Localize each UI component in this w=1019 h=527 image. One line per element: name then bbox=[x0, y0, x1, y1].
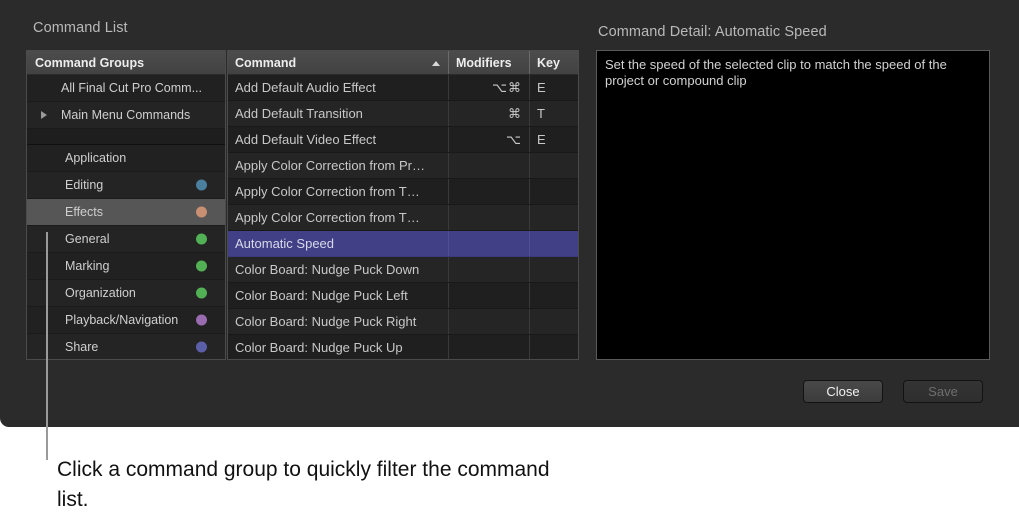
command-row[interactable]: Color Board: Nudge Puck Up bbox=[228, 335, 578, 360]
command-cell: Apply Color Correction from Pr… bbox=[228, 153, 448, 178]
command-group-label: Application bbox=[65, 151, 126, 165]
command-group-row[interactable]: Marking bbox=[27, 253, 225, 280]
modifiers-cell bbox=[448, 283, 529, 308]
command-cell: Apply Color Correction from T… bbox=[228, 205, 448, 230]
key-cell bbox=[529, 257, 578, 282]
command-group-label: Marking bbox=[65, 259, 109, 273]
command-group-row[interactable]: General bbox=[27, 226, 225, 253]
command-group-row[interactable]: Effects bbox=[27, 199, 225, 226]
modifiers-cell: ⌘ bbox=[448, 101, 529, 126]
column-header-modifiers[interactable]: Modifiers bbox=[448, 51, 529, 74]
group-color-dot bbox=[196, 261, 207, 272]
sort-ascending-icon bbox=[432, 61, 440, 66]
modifiers-cell bbox=[448, 335, 529, 360]
command-group-label: Share bbox=[65, 340, 98, 354]
command-cell: Color Board: Nudge Puck Up bbox=[228, 335, 448, 360]
command-detail-description: Set the speed of the selected clip to ma… bbox=[605, 57, 981, 89]
command-list-label: Command List bbox=[33, 20, 128, 36]
group-color-dot bbox=[196, 342, 207, 353]
key-cell bbox=[529, 309, 578, 334]
command-table[interactable]: Command Modifiers Key Add Default Audio … bbox=[227, 50, 579, 360]
command-row[interactable]: Add Default Transition⌘T bbox=[228, 101, 578, 127]
group-color-dot bbox=[196, 288, 207, 299]
command-row[interactable]: Apply Color Correction from T… bbox=[228, 205, 578, 231]
command-detail-label: Command Detail: Automatic Speed bbox=[598, 24, 827, 40]
command-group-row[interactable]: Application bbox=[27, 145, 225, 172]
callout-leader-line bbox=[46, 232, 48, 460]
command-cell: Color Board: Nudge Puck Down bbox=[228, 257, 448, 282]
command-cell: Color Board: Nudge Puck Left bbox=[228, 283, 448, 308]
command-row[interactable]: Color Board: Nudge Puck Left bbox=[228, 283, 578, 309]
modifiers-cell bbox=[448, 257, 529, 282]
key-cell bbox=[529, 153, 578, 178]
key-cell bbox=[529, 335, 578, 360]
group-color-dot bbox=[196, 234, 207, 245]
screenshot-root: Command List Command Detail: Automatic S… bbox=[0, 0, 1019, 527]
modifiers-cell: ⌥⌘ bbox=[448, 75, 529, 100]
command-group-row[interactable]: Organization bbox=[27, 280, 225, 307]
modifiers-cell bbox=[448, 309, 529, 334]
command-table-rows: Add Default Audio Effect⌥⌘EAdd Default T… bbox=[228, 75, 578, 360]
callout-text: Click a command group to quickly filter … bbox=[57, 455, 577, 515]
command-group-row[interactable]: Editing bbox=[27, 172, 225, 199]
command-group-label: General bbox=[65, 232, 109, 246]
group-color-dot bbox=[196, 315, 207, 326]
modifiers-cell bbox=[448, 231, 529, 256]
command-row[interactable]: Automatic Speed bbox=[228, 231, 578, 257]
command-table-header: Command Modifiers Key bbox=[228, 51, 578, 75]
command-cell: Automatic Speed bbox=[228, 231, 448, 256]
command-row[interactable]: Add Default Audio Effect⌥⌘E bbox=[228, 75, 578, 101]
command-row[interactable]: Color Board: Nudge Puck Down bbox=[228, 257, 578, 283]
command-group-row[interactable]: Playback/Navigation bbox=[27, 307, 225, 334]
modifiers-cell bbox=[448, 179, 529, 204]
command-groups-column-header[interactable]: Command Groups bbox=[27, 51, 225, 75]
command-cell: Add Default Audio Effect bbox=[228, 75, 448, 100]
group-color-dot bbox=[196, 207, 207, 218]
command-row[interactable]: Apply Color Correction from T… bbox=[228, 179, 578, 205]
key-cell: E bbox=[529, 127, 578, 152]
column-header-command-label: Command bbox=[235, 56, 296, 70]
command-cell: Apply Color Correction from T… bbox=[228, 179, 448, 204]
command-group-label: Editing bbox=[65, 178, 103, 192]
command-editor-dialog: Command List Command Detail: Automatic S… bbox=[0, 0, 1019, 427]
command-row[interactable]: Apply Color Correction from Pr… bbox=[228, 153, 578, 179]
column-header-command[interactable]: Command bbox=[228, 51, 448, 74]
command-cell: Add Default Video Effect bbox=[228, 127, 448, 152]
key-cell bbox=[529, 231, 578, 256]
command-groups-list[interactable]: Command Groups All Final Cut Pro Comm...… bbox=[26, 50, 226, 360]
key-cell: E bbox=[529, 75, 578, 100]
key-cell bbox=[529, 205, 578, 230]
command-group-label: Effects bbox=[65, 205, 103, 219]
command-group-label: Main Menu Commands bbox=[61, 108, 190, 122]
key-cell bbox=[529, 179, 578, 204]
close-button[interactable]: Close bbox=[803, 380, 883, 403]
command-groups-rows: All Final Cut Pro Comm... Main Menu Comma… bbox=[27, 75, 225, 360]
command-row[interactable]: Add Default Video Effect⌥E bbox=[228, 127, 578, 153]
disclosure-triangle-icon[interactable] bbox=[41, 111, 47, 119]
column-header-key[interactable]: Key bbox=[529, 51, 578, 74]
group-separator bbox=[27, 129, 225, 145]
command-group-label: All Final Cut Pro Comm... bbox=[61, 81, 202, 95]
modifiers-cell bbox=[448, 205, 529, 230]
modifiers-cell: ⌥ bbox=[448, 127, 529, 152]
command-group-label: Organization bbox=[65, 286, 136, 300]
command-group-label: Playback/Navigation bbox=[65, 313, 178, 327]
command-row[interactable]: Color Board: Nudge Puck Right bbox=[228, 309, 578, 335]
command-group-row[interactable]: Main Menu Commands bbox=[27, 102, 225, 129]
command-group-row[interactable]: Share bbox=[27, 334, 225, 360]
command-detail-box[interactable]: Set the speed of the selected clip to ma… bbox=[596, 50, 990, 360]
key-cell: T bbox=[529, 101, 578, 126]
save-button: Save bbox=[903, 380, 983, 403]
command-group-row[interactable]: All Final Cut Pro Comm... bbox=[27, 75, 225, 102]
modifiers-cell bbox=[448, 153, 529, 178]
column-header-key-label: Key bbox=[537, 56, 560, 70]
command-cell: Add Default Transition bbox=[228, 101, 448, 126]
group-color-dot bbox=[196, 180, 207, 191]
command-cell: Color Board: Nudge Puck Right bbox=[228, 309, 448, 334]
key-cell bbox=[529, 283, 578, 308]
column-header-modifiers-label: Modifiers bbox=[456, 56, 512, 70]
